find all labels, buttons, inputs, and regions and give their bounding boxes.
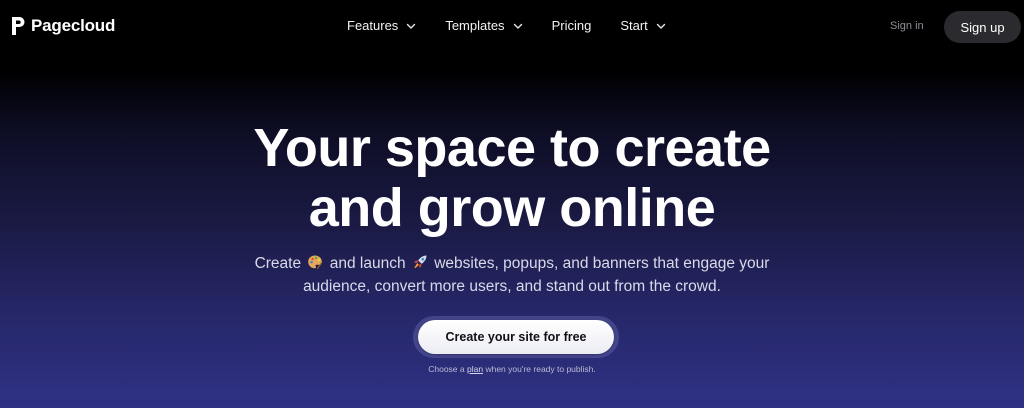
- hero-subtitle: Create and launch websites, popups, and …: [0, 252, 1024, 298]
- hero-title-line: Your space to create: [253, 118, 771, 178]
- hero-title-line: and grow online: [308, 178, 716, 238]
- pricing-note: Choose a plan when you're ready to publi…: [0, 364, 1024, 374]
- hero-subtitle-line: audience, convert more users, and stand …: [303, 278, 721, 295]
- sign-in-link[interactable]: Sign in: [890, 20, 924, 32]
- main-nav: Features Templates Pricing Start: [347, 18, 666, 33]
- rocket-emoji-icon: [413, 255, 427, 269]
- nav-item-label: Start: [620, 18, 648, 33]
- site-header: Pagecloud Features Templates Pricing Sta…: [0, 0, 1024, 54]
- note-text: when you're ready to publish.: [485, 364, 596, 374]
- pagecloud-logo-icon: [12, 17, 25, 35]
- nav-item-start[interactable]: Start: [620, 18, 665, 33]
- nav-item-label: Pricing: [551, 18, 592, 33]
- subtitle-text: websites, popups, and banners that engag…: [434, 255, 770, 272]
- chevron-down-icon: [513, 23, 522, 29]
- nav-item-label: Templates: [445, 18, 505, 33]
- cta-glow: Create your site for free: [413, 316, 619, 358]
- chevron-down-icon: [656, 23, 665, 29]
- hero-title: Your space to create and grow online: [0, 118, 1024, 238]
- hero-subtitle-line: Create and launch websites, popups, and …: [0, 252, 1024, 275]
- nav-item-features[interactable]: Features: [347, 18, 416, 33]
- subtitle-text: and launch: [329, 255, 406, 272]
- palette-emoji-icon: [308, 255, 323, 270]
- nav-item-pricing[interactable]: Pricing: [552, 18, 592, 33]
- nav-item-templates[interactable]: Templates: [445, 18, 522, 33]
- sign-up-button[interactable]: Sign up: [944, 11, 1021, 43]
- create-site-button[interactable]: Create your site for free: [418, 320, 614, 354]
- brand-logo[interactable]: Pagecloud: [11, 16, 115, 36]
- brand-name: Pagecloud: [31, 16, 116, 35]
- plan-link[interactable]: plan: [467, 364, 483, 374]
- subtitle-text: Create: [254, 255, 302, 272]
- chevron-down-icon: [407, 23, 416, 29]
- note-text: Choose a: [428, 364, 465, 374]
- nav-item-label: Features: [347, 18, 399, 33]
